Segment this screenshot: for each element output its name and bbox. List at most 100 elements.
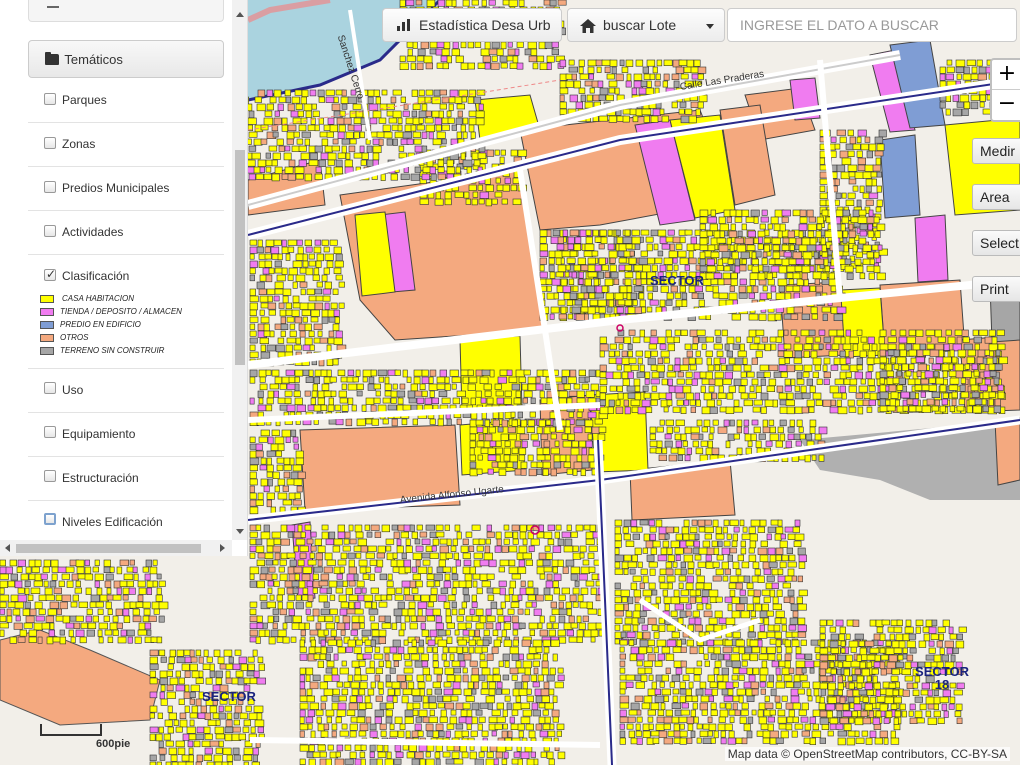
- parcel: [564, 538, 573, 547]
- parcel: [934, 343, 944, 351]
- parcel: [487, 447, 496, 455]
- parcel: [471, 0, 479, 6]
- parcel: [326, 358, 334, 366]
- parcel: [45, 615, 55, 623]
- parcel: [332, 323, 340, 331]
- parcel: [845, 329, 851, 337]
- parcel: [819, 661, 828, 670]
- parcel: [287, 246, 295, 253]
- parcel: [760, 392, 769, 401]
- parcel: [641, 399, 651, 407]
- parcel: [309, 552, 315, 559]
- parcel: [496, 702, 504, 710]
- parcel: [876, 626, 884, 634]
- parcel: [812, 681, 821, 689]
- parcel: [184, 656, 192, 663]
- parcel: [9, 636, 17, 644]
- parcel: [769, 709, 776, 716]
- parcel: [920, 378, 929, 385]
- parcel: [532, 660, 540, 667]
- parcel: [24, 580, 31, 587]
- parcel: [749, 639, 759, 647]
- parcel: [878, 336, 885, 345]
- parcel: [887, 343, 897, 350]
- parcel: [864, 682, 873, 690]
- parcel: [674, 292, 682, 299]
- parcel: [397, 397, 404, 405]
- parcel: [394, 594, 404, 601]
- parcel: [955, 703, 963, 711]
- parcel: [138, 622, 146, 631]
- parcel: [548, 688, 555, 696]
- parcel: [829, 661, 835, 668]
- parcel: [389, 667, 396, 674]
- parcel: [499, 156, 505, 164]
- parcel: [774, 631, 782, 639]
- parcel: [554, 440, 560, 447]
- parcel: [494, 545, 502, 553]
- parcel: [443, 41, 451, 49]
- parcel: [644, 371, 651, 379]
- parcel: [879, 703, 888, 712]
- parcel: [402, 404, 412, 411]
- parcel: [634, 695, 644, 702]
- parcel: [265, 404, 273, 412]
- parcel: [619, 702, 630, 709]
- parcel: [698, 646, 704, 654]
- parcel: [726, 392, 734, 400]
- parcel: [209, 705, 218, 714]
- parcel: [289, 330, 297, 337]
- parcel: [345, 646, 353, 653]
- parcel: [521, 383, 528, 391]
- parcel: [516, 426, 526, 434]
- parcel: [504, 177, 511, 184]
- parcel: [870, 171, 878, 178]
- parcel: [689, 329, 699, 337]
- parcel: [735, 336, 741, 343]
- parcel: [740, 709, 749, 716]
- parcel: [338, 302, 345, 309]
- parcel: [777, 568, 784, 575]
- parcel: [683, 399, 689, 406]
- parcel: [247, 117, 257, 125]
- parcel: [495, 688, 502, 695]
- parcel: [555, 257, 562, 265]
- parcel: [655, 447, 662, 454]
- parcel: [432, 660, 439, 668]
- parcel: [33, 622, 43, 631]
- parcel: [148, 615, 157, 622]
- parcel: [0, 594, 10, 602]
- parcel: [793, 540, 802, 547]
- parcel: [665, 329, 672, 338]
- parcel: [570, 566, 580, 574]
- parcel: [349, 751, 357, 759]
- parcel: [191, 670, 200, 679]
- parcel: [852, 185, 859, 192]
- parcel: [334, 404, 341, 411]
- parcel: [37, 636, 43, 644]
- parcel: [471, 716, 478, 725]
- parcel: [552, 229, 561, 237]
- parcel: [819, 654, 829, 662]
- parcel: [616, 385, 623, 392]
- parcel: [350, 629, 358, 636]
- parcel: [561, 369, 570, 377]
- parcel: [641, 624, 649, 631]
- parcel: [0, 615, 7, 622]
- parcel: [384, 653, 390, 662]
- parcel: [535, 723, 543, 731]
- parcel: [359, 751, 366, 758]
- parcel: [469, 447, 475, 456]
- parcel: [572, 468, 578, 476]
- parcel: [346, 709, 356, 716]
- parcel: [188, 747, 194, 755]
- parcel: [812, 371, 819, 378]
- parcel: [584, 278, 592, 287]
- parcel: [416, 397, 425, 404]
- parcel: [686, 350, 693, 358]
- parcel: [801, 702, 809, 711]
- parcel: [836, 164, 846, 173]
- parcel: [259, 376, 266, 383]
- parcel: [413, 369, 423, 377]
- parcel: [348, 594, 358, 601]
